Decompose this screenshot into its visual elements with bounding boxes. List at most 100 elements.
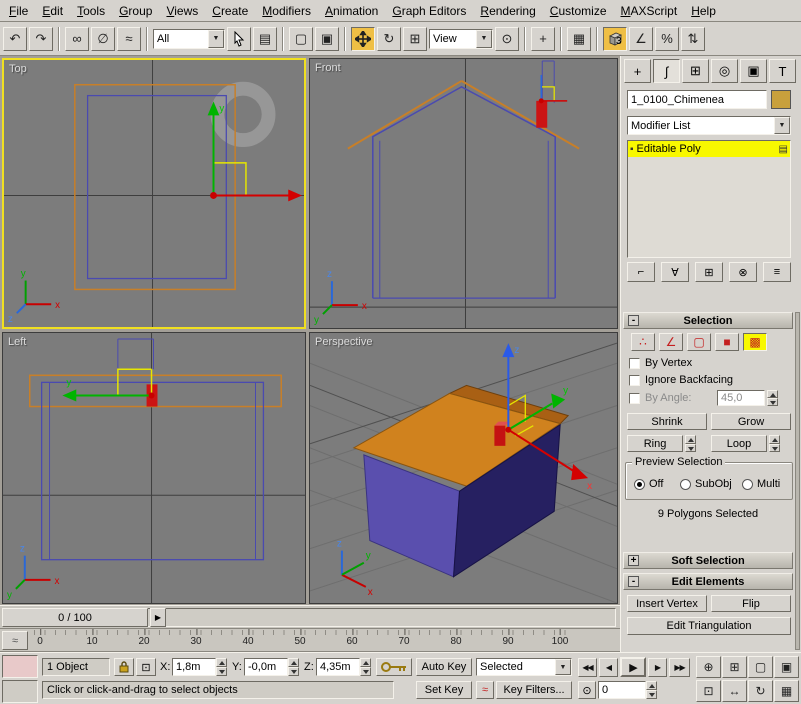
dropdown-arrow-icon[interactable] (774, 117, 790, 134)
undo-button[interactable]: ↶ (3, 27, 27, 51)
by-vertex-checkbox[interactable] (629, 358, 640, 369)
menu-item-animation[interactable]: Animation (318, 1, 385, 21)
select-and-scale-button[interactable]: ⊞ (403, 27, 427, 51)
house-wireframe-left[interactable] (30, 339, 282, 560)
zoom-all-button[interactable]: ⊞ (722, 656, 747, 678)
menu-item-customize[interactable]: Customize (543, 1, 614, 21)
selection-filter-dropdown[interactable]: All (153, 29, 225, 49)
modifier-list-dropdown[interactable]: Modifier List (627, 116, 791, 135)
menu-item-group[interactable]: Group (112, 1, 159, 21)
go-to-end-button[interactable]: ▶▶ (669, 658, 690, 677)
border-mode-button[interactable]: ▢ (687, 333, 711, 351)
dropdown-arrow-icon[interactable] (555, 659, 571, 675)
menu-item-edit[interactable]: Edit (35, 1, 70, 21)
auto-key-button[interactable]: Auto Key (416, 658, 472, 676)
key-filter-curve-button[interactable]: ≈ (476, 681, 494, 699)
dropdown-arrow-icon[interactable] (476, 30, 492, 48)
percent-snap-button[interactable]: % (655, 27, 679, 51)
preview-multi-radio[interactable] (742, 479, 753, 490)
track-selection-swatch[interactable] (2, 655, 38, 678)
current-frame-field[interactable]: 0 (598, 681, 646, 699)
x-coordinate-field[interactable]: 1,8m (172, 658, 216, 676)
menu-item-tools[interactable]: Tools (70, 1, 112, 21)
selection-lock-toggle[interactable] (114, 658, 134, 676)
menu-item-help[interactable]: Help (684, 1, 723, 21)
shrink-button[interactable]: Shrink (627, 413, 707, 430)
make-unique-button[interactable]: ⊞ (695, 262, 723, 282)
spinner-snap-button[interactable]: ⇅ (681, 27, 705, 51)
angle-snap-button[interactable]: ∠ (629, 27, 653, 51)
viewport-top-label[interactable]: Top (9, 63, 27, 75)
next-frame-button[interactable]: ▶ (648, 658, 667, 677)
expand-icon[interactable]: + (628, 555, 639, 566)
tab-utilities[interactable]: T (769, 59, 796, 83)
absolute-offset-mode-toggle[interactable]: ⊡ (136, 658, 156, 676)
viewport-front-label[interactable]: Front (315, 62, 341, 74)
viewport-front[interactable]: Front (309, 58, 618, 329)
edge-mode-button[interactable]: ∠ (659, 333, 683, 351)
tab-display[interactable]: ▣ (740, 59, 767, 83)
insert-vertex-button[interactable]: Insert Vertex (627, 595, 707, 612)
selection-rollout-header[interactable]: - Selection (623, 312, 793, 329)
house-wireframe-front[interactable] (348, 61, 579, 298)
polygon-mode-button[interactable]: ■ (715, 333, 739, 351)
tab-motion[interactable]: ◎ (711, 59, 738, 83)
unlink-selection-button[interactable]: ∅ (91, 27, 115, 51)
menu-item-maxscript[interactable]: MAXScript (614, 1, 685, 21)
zoom-extents-button[interactable]: ▢ (748, 656, 773, 678)
menu-item-create[interactable]: Create (205, 1, 255, 21)
object-color-swatch[interactable] (771, 90, 791, 109)
select-and-move-button[interactable] (351, 27, 375, 51)
preview-multi-option[interactable]: Multi (742, 478, 780, 490)
keyboard-shortcut-override-button[interactable]: ▦ (567, 27, 591, 51)
move-gizmo-front[interactable] (539, 75, 567, 103)
tab-modify[interactable]: ∫ (653, 59, 680, 83)
previous-frame-button[interactable]: ◀ (599, 658, 618, 677)
x-coordinate-spinner[interactable] (216, 658, 227, 676)
viewport-left[interactable]: Left y (2, 332, 306, 604)
mini-curve-editor-button[interactable]: ≈ (2, 631, 28, 650)
select-and-manipulate-button[interactable]: + (531, 27, 555, 51)
play-animation-button[interactable]: ▶ (620, 657, 646, 677)
set-key-button[interactable]: Set Key (416, 681, 472, 699)
redo-button[interactable]: ↷ (29, 27, 53, 51)
y-coordinate-spinner[interactable] (288, 658, 299, 676)
by-angle-field[interactable]: 45,0 (717, 390, 765, 406)
zoom-region-button[interactable]: ⊡ (696, 680, 721, 702)
z-coordinate-spinner[interactable] (360, 658, 371, 676)
ignore-backfacing-checkbox[interactable] (629, 375, 640, 386)
modifier-stack[interactable]: ▪ Editable Poly ▤ (627, 140, 791, 258)
preview-subobj-radio[interactable] (680, 479, 691, 490)
key-filters-button[interactable]: Key Filters... (496, 681, 572, 699)
edit-triangulation-button[interactable]: Edit Triangulation (627, 617, 791, 635)
menu-item-rendering[interactable]: Rendering (473, 1, 542, 21)
vertex-mode-button[interactable]: ∴ (631, 333, 655, 351)
dropdown-arrow-icon[interactable] (208, 30, 224, 48)
snaps-toggle-button[interactable]: 3 (603, 27, 627, 51)
viewport-left-label[interactable]: Left (8, 336, 26, 348)
command-panel-scrollbar[interactable] (795, 312, 800, 650)
collapse-icon[interactable]: - (628, 315, 639, 326)
viewport-perspective-label[interactable]: Perspective (315, 336, 372, 348)
zoom-extents-all-button[interactable]: ▣ (774, 656, 799, 678)
loop-spinner[interactable] (769, 435, 780, 452)
set-keys-button[interactable] (376, 658, 412, 676)
select-and-link-button[interactable]: ∞ (65, 27, 89, 51)
pan-view-button[interactable]: ↔ (722, 680, 747, 702)
time-slider-handle[interactable]: 0 / 100 (2, 608, 148, 627)
by-angle-checkbox[interactable] (629, 393, 640, 404)
preview-off-option[interactable]: Off (634, 478, 663, 490)
window-crossing-button[interactable]: ▣ (315, 27, 339, 51)
object-name-field[interactable]: 1_0100_Chimenea (627, 90, 767, 109)
selection-set-dropdown[interactable]: Selected (476, 658, 572, 676)
rectangular-selection-region-button[interactable]: ▢ (289, 27, 313, 51)
menu-item-graph-editors[interactable]: Graph Editors (385, 1, 473, 21)
configure-modifier-sets-button[interactable]: ≡ (763, 262, 791, 282)
ring-button[interactable]: Ring (627, 435, 683, 452)
y-coordinate-field[interactable]: -0,0m (244, 658, 288, 676)
menu-item-views[interactable]: Views (159, 1, 205, 21)
maximize-viewport-toggle[interactable]: ▦ (774, 680, 799, 702)
tab-hierarchy[interactable]: ⊞ (682, 59, 709, 83)
arc-rotate-button[interactable]: ↻ (748, 680, 773, 702)
pin-stack-button[interactable]: ⌐ (627, 262, 655, 282)
